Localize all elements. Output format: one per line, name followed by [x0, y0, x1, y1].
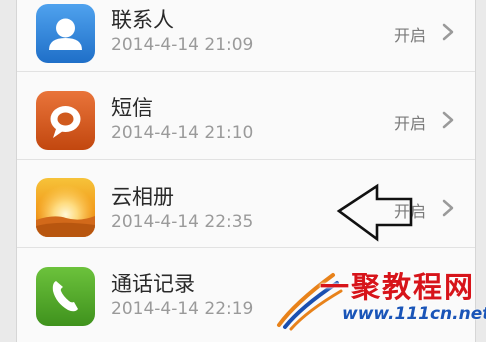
list-item-contacts[interactable]: 联系人 2014-4-14 21:09 开启 [17, 0, 475, 72]
list-item-title: 短信 [111, 96, 153, 120]
list-item-title: 通话记录 [111, 272, 195, 296]
list-item-messages[interactable]: 短信 2014-4-14 21:10 开启 [17, 72, 475, 160]
list-item-date: 2014-4-14 22:35 [111, 212, 254, 232]
messages-icon [36, 91, 95, 150]
list-item-title: 联系人 [111, 8, 174, 32]
contacts-icon [36, 4, 95, 63]
chevron-right-icon [442, 199, 454, 217]
list-item-title: 云相册 [111, 185, 174, 209]
watermark-title: 一聚教程网 [320, 270, 476, 304]
call-log-icon [36, 267, 95, 326]
chevron-right-icon [442, 23, 454, 41]
watermark-url: www.111cn.net [342, 304, 486, 324]
annotation-arrow [336, 183, 413, 242]
sync-status: 开启 [394, 26, 427, 45]
cloud-gallery-icon [36, 178, 95, 237]
list-item-date: 2014-4-14 21:10 [111, 123, 254, 143]
list-item-date: 2014-4-14 22:19 [111, 299, 254, 319]
list-item-date: 2014-4-14 21:09 [111, 35, 254, 55]
chevron-right-icon [442, 111, 454, 129]
sync-status: 开启 [394, 114, 427, 133]
